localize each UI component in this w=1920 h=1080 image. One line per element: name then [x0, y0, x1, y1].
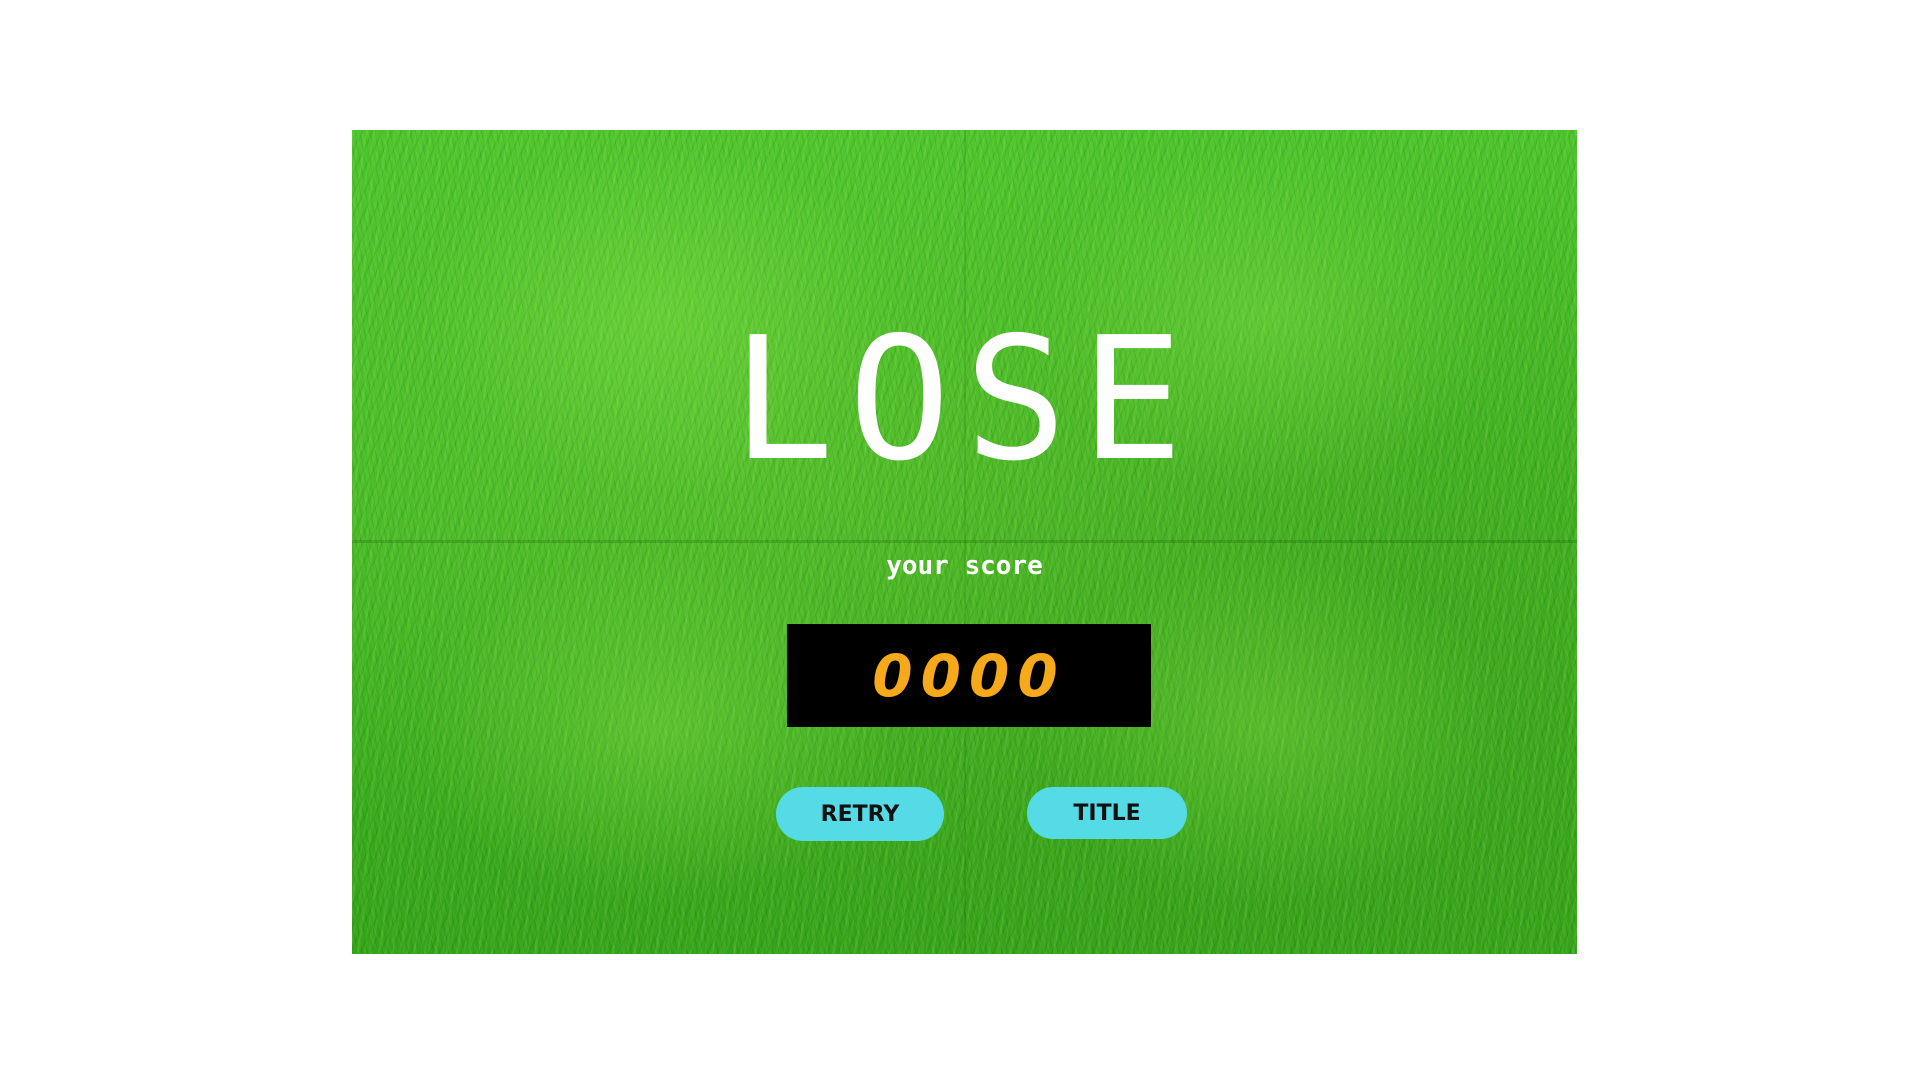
game-canvas: LOSE your score 0000 RETRY TITLE — [352, 130, 1577, 954]
retry-button[interactable]: RETRY — [776, 787, 944, 841]
title-button[interactable]: TITLE — [1027, 787, 1187, 839]
background-seam — [964, 130, 966, 954]
grass-background-tile — [964, 542, 1577, 954]
score-label: your score — [886, 551, 1043, 581]
grass-background-tile — [352, 542, 965, 954]
result-title: LOSE — [731, 301, 1198, 499]
score-value: 0000 — [872, 641, 1066, 710]
score-display: 0000 — [787, 624, 1151, 727]
